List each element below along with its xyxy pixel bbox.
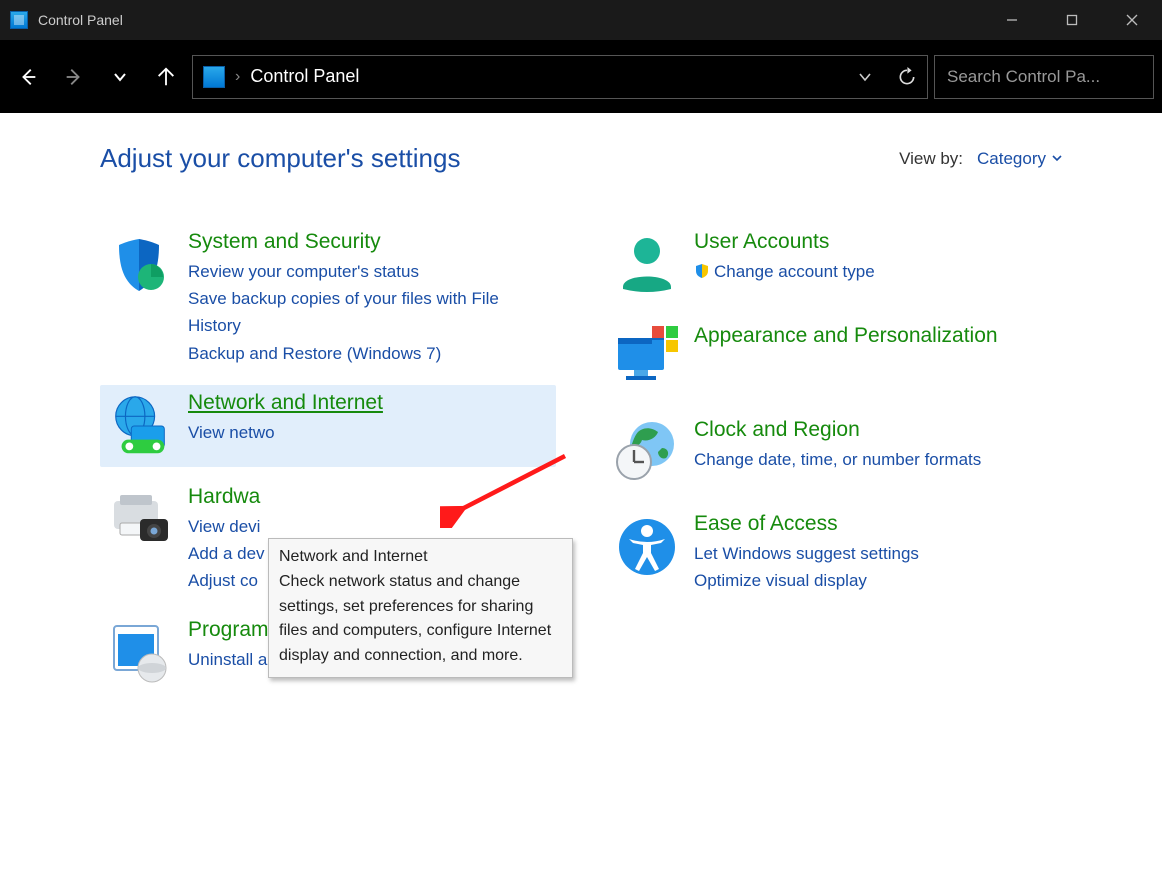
refresh-button[interactable] (897, 67, 917, 87)
monitor-tiles-icon (612, 324, 682, 394)
accessibility-icon (612, 512, 682, 582)
minimize-button[interactable] (982, 0, 1042, 40)
category-title[interactable]: System and Security (188, 230, 381, 254)
category-title[interactable]: User Accounts (694, 230, 829, 254)
category-user-accounts[interactable]: User Accounts Change account type (606, 224, 1062, 306)
page-heading: Adjust your computer's settings (100, 143, 460, 174)
categories-right-column: User Accounts Change account type (606, 224, 1062, 706)
address-bar[interactable]: › Control Panel (192, 55, 928, 99)
control-panel-icon (203, 66, 225, 88)
category-title[interactable]: Appearance and Personalization (694, 324, 998, 348)
content-area: Adjust your computer's settings View by:… (0, 113, 1162, 874)
category-title[interactable]: Clock and Region (694, 418, 860, 442)
category-title[interactable]: Ease of Access (694, 512, 838, 536)
sublink-text: Change account type (714, 262, 875, 281)
printer-camera-icon (106, 485, 176, 555)
up-button[interactable] (146, 57, 186, 97)
sublink-change-datetime[interactable]: Change date, time, or number formats (694, 446, 1054, 473)
sublink-optimize-visual[interactable]: Optimize visual display (694, 567, 1054, 594)
category-system-security[interactable]: System and Security Review your computer… (100, 224, 556, 373)
category-appearance[interactable]: Appearance and Personalization (606, 318, 1062, 400)
category-title[interactable]: Hardwa (188, 485, 260, 509)
window-title: Control Panel (38, 12, 123, 28)
view-by-label: View by: (899, 149, 963, 169)
sublink-change-account-type[interactable]: Change account type (694, 258, 1054, 285)
clock-globe-icon (612, 418, 682, 488)
uac-shield-icon (694, 263, 710, 279)
programs-icon (106, 618, 176, 688)
maximize-button[interactable] (1042, 0, 1102, 40)
category-ease-of-access[interactable]: Ease of Access Let Windows suggest setti… (606, 506, 1062, 600)
view-by-value: Category (977, 149, 1046, 169)
back-button[interactable] (8, 57, 48, 97)
chevron-down-icon (1052, 155, 1062, 162)
forward-button[interactable] (54, 57, 94, 97)
search-input[interactable] (947, 67, 1162, 87)
annotation-arrow (440, 448, 580, 528)
breadcrumb-separator: › (235, 68, 240, 86)
navigation-toolbar: › Control Panel (0, 40, 1162, 113)
recent-locations-dropdown[interactable] (100, 57, 140, 97)
sublink-view-network-status[interactable]: View netwo (188, 419, 548, 446)
tooltip-title: Network and Internet (279, 545, 562, 570)
breadcrumb-location[interactable]: Control Panel (250, 66, 359, 87)
category-title[interactable]: Network and Internet (188, 391, 383, 415)
tooltip-body: Check network status and change settings… (279, 570, 562, 669)
sublink-backup-restore[interactable]: Backup and Restore (Windows 7) (188, 340, 548, 367)
address-dropdown-icon[interactable] (857, 69, 873, 85)
category-title[interactable]: Programs (188, 618, 279, 642)
search-box[interactable] (934, 55, 1154, 99)
app-icon (10, 11, 28, 29)
user-icon (612, 230, 682, 300)
view-by-dropdown[interactable]: Category (977, 149, 1062, 169)
category-clock-region[interactable]: Clock and Region Change date, time, or n… (606, 412, 1062, 494)
sublink-review-status[interactable]: Review your computer's status (188, 258, 548, 285)
globe-network-icon (106, 391, 176, 461)
shield-icon (106, 230, 176, 300)
title-bar: Control Panel (0, 0, 1162, 40)
close-button[interactable] (1102, 0, 1162, 40)
tooltip-network-internet: Network and Internet Check network statu… (268, 538, 573, 678)
sublink-suggest-settings[interactable]: Let Windows suggest settings (694, 540, 1054, 567)
sublink-file-history[interactable]: Save backup copies of your files with Fi… (188, 285, 548, 339)
